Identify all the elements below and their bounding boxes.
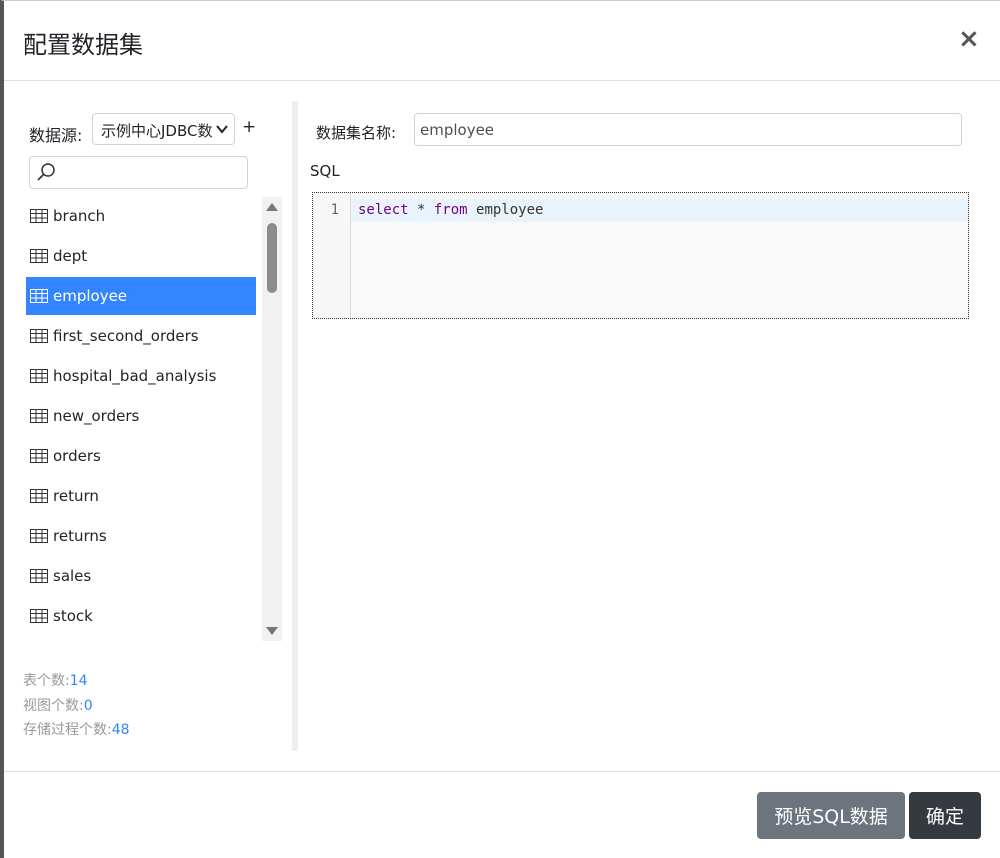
sql-table-name: employee — [467, 202, 544, 218]
table-count-row: 表个数:14 — [23, 669, 130, 694]
add-datasource-button[interactable]: + — [242, 117, 256, 137]
table-icon — [30, 209, 48, 223]
configure-dataset-modal: 配置数据集 × 数据源: 示例中心JDBC数 + branch dept emplo… — [0, 0, 1000, 858]
table-list-item[interactable]: return — [26, 477, 256, 515]
scroll-thumb[interactable] — [267, 223, 277, 293]
preview-sql-button[interactable]: 预览SQL数据 — [757, 792, 905, 839]
table-count-value: 14 — [69, 673, 88, 689]
table-icon — [30, 569, 48, 583]
modal-title: 配置数据集 — [23, 31, 143, 59]
line-number: 1 — [330, 202, 339, 218]
view-count-value: 0 — [83, 697, 93, 714]
table-icon — [30, 369, 48, 383]
table-list-item[interactable]: dept — [26, 237, 256, 275]
table-icon — [30, 289, 48, 303]
search-icon — [36, 162, 56, 186]
scroll-down-icon[interactable] — [266, 627, 278, 635]
table-name: orders — [53, 447, 101, 465]
table-list-item[interactable]: employee — [26, 277, 256, 315]
view-count-row: 视图个数:0 — [23, 694, 130, 719]
table-name: sales — [53, 567, 92, 585]
sql-keyword-select: select — [358, 202, 409, 218]
table-icon — [30, 529, 48, 543]
table-name: first_second_orders — [53, 327, 199, 345]
table-list-item[interactable]: stock — [26, 597, 256, 635]
sql-label: SQL — [310, 162, 340, 180]
sql-keyword-from: from — [433, 202, 468, 218]
table-list-item[interactable]: branch — [26, 197, 256, 235]
table-count-label: 表个数: — [23, 673, 70, 689]
datasource-label: 数据源: — [29, 126, 83, 145]
close-icon[interactable]: × — [958, 25, 980, 53]
table-icon — [30, 329, 48, 343]
table-list-item[interactable]: orders — [26, 437, 256, 475]
table-name: employee — [53, 287, 128, 305]
chevron-down-icon — [214, 121, 232, 137]
table-list-item[interactable]: returns — [26, 517, 256, 555]
dataset-name-input[interactable]: employee — [414, 113, 962, 146]
sql-star: * — [408, 202, 434, 218]
table-search-input[interactable] — [29, 156, 248, 189]
table-name: new_orders — [53, 407, 140, 425]
table-icon — [30, 249, 48, 263]
table-name: return — [53, 487, 99, 505]
table-list-item[interactable]: new_orders — [26, 397, 256, 435]
table-icon — [30, 409, 48, 423]
table-name: returns — [53, 527, 107, 545]
datasource-selected-value: 示例中心JDBC数 — [101, 122, 213, 140]
proc-count-label: 存储过程个数: — [23, 722, 112, 738]
scroll-up-icon[interactable] — [266, 203, 278, 211]
table-icon — [30, 489, 48, 503]
dataset-name-label: 数据集名称: — [316, 124, 397, 142]
table-name: hospital_bad_analysis — [53, 367, 217, 385]
view-count-label: 视图个数: — [23, 697, 84, 714]
datasource-stats: 表个数:14 视图个数:0 存储过程个数:48 — [23, 669, 130, 743]
proc-count-row: 存储过程个数:48 — [23, 718, 130, 743]
table-name: dept — [53, 247, 88, 265]
modal-header: 配置数据集 × — [4, 1, 1000, 81]
confirm-button[interactable]: 确定 — [909, 792, 981, 839]
editor-gutter: 1 — [313, 193, 351, 318]
table-list: branch dept employee first_second_ordershos… — [26, 197, 260, 637]
proc-count-value: 48 — [111, 722, 130, 738]
table-name: stock — [53, 607, 93, 625]
table-icon — [30, 609, 48, 623]
pane-divider[interactable] — [292, 101, 298, 751]
table-list-item[interactable]: hospital_bad_analysis — [26, 357, 256, 395]
sql-editor[interactable]: 1 select * from employee — [312, 192, 969, 319]
table-list-item[interactable]: sales — [26, 557, 256, 595]
datasource-select[interactable]: 示例中心JDBC数 — [92, 113, 235, 145]
sql-code-line[interactable]: select * from employee — [358, 202, 543, 218]
table-name: branch — [53, 207, 106, 225]
table-icon — [30, 449, 48, 463]
table-list-scrollbar[interactable] — [262, 197, 282, 641]
table-list-item[interactable]: first_second_orders — [26, 317, 256, 355]
